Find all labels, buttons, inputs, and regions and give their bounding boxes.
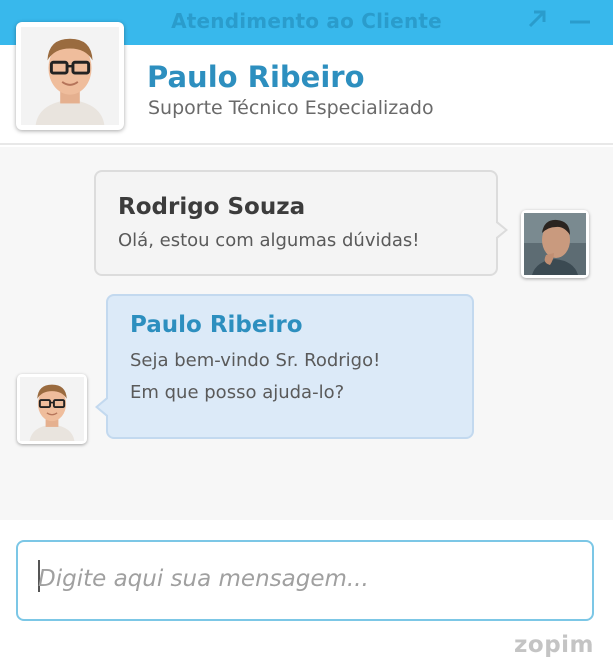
minimize-icon[interactable] — [567, 6, 593, 32]
message-input-box[interactable] — [16, 540, 594, 621]
agent-message-bubble: Paulo Ribeiro Seja bem-vindo Sr. Rodrigo… — [95, 294, 474, 439]
message-text: Seja bem-vindo Sr. Rodrigo! — [130, 350, 381, 371]
agent-role: Suporte Técnico Especializado — [148, 97, 434, 119]
message-input[interactable] — [38, 554, 578, 604]
message-sender: Paulo Ribeiro — [130, 312, 303, 338]
agent-small-avatar — [17, 374, 87, 444]
visitor-message-bubble: Rodrigo Souza Olá, estou com algumas dúv… — [94, 170, 508, 276]
message-sender: Rodrigo Souza — [118, 194, 306, 220]
agent-name: Paulo Ribeiro — [147, 60, 365, 94]
zopim-logo[interactable]: zopim — [514, 632, 594, 658]
message-text: Olá, estou com algumas dúvidas! — [118, 230, 420, 251]
popout-arrow-icon[interactable] — [524, 6, 550, 32]
visitor-avatar — [521, 210, 589, 278]
agent-avatar — [16, 22, 124, 130]
chat-messages[interactable]: Rodrigo Souza Olá, estou com algumas dúv… — [0, 147, 613, 520]
message-text: Em que posso ajuda-lo? — [130, 382, 345, 403]
